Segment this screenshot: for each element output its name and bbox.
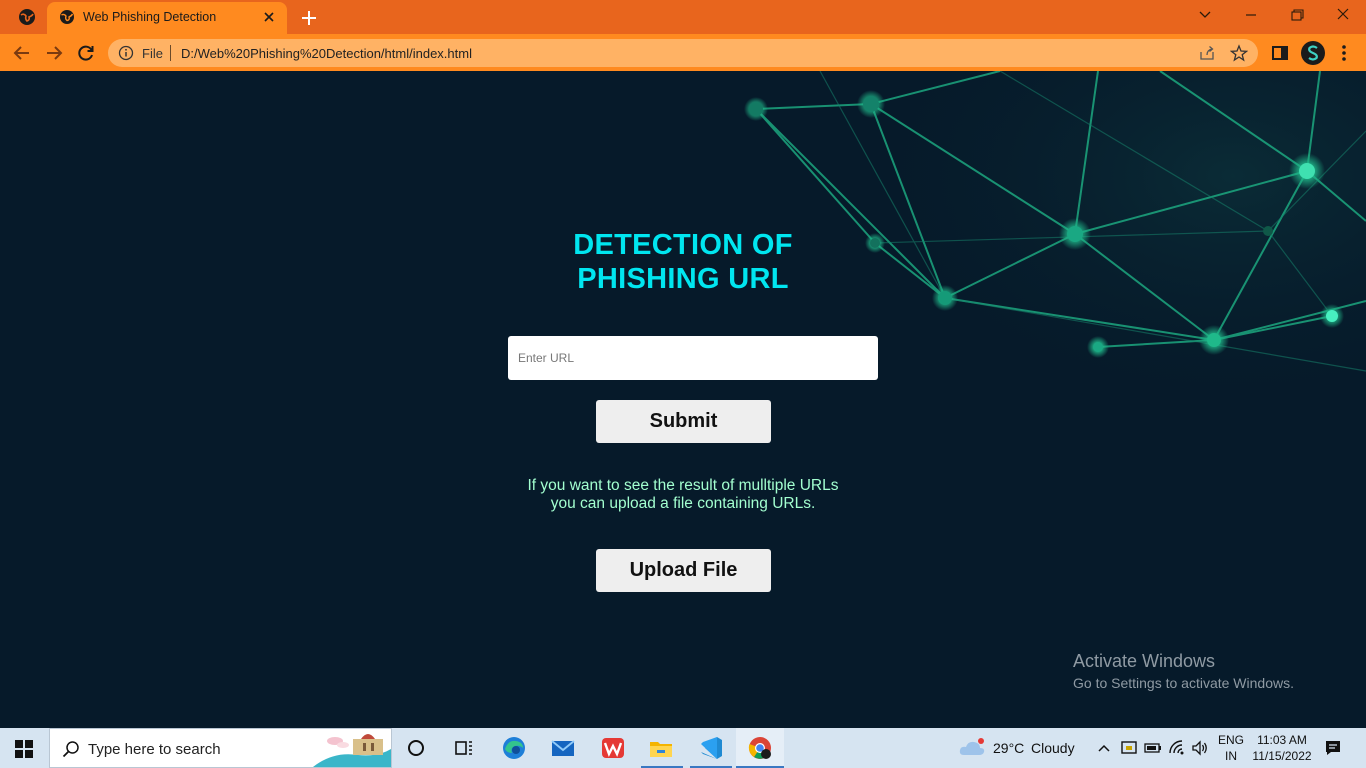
weather-temperature[interactable]: 29°C [993, 740, 1024, 756]
browser-tab-strip: Web Phishing Detection [0, 0, 1366, 34]
address-url[interactable]: D:/Web%20Phishing%20Detection/html/index… [181, 46, 472, 61]
weather-condition[interactable]: Cloudy [1031, 740, 1075, 756]
taskbar-search-box[interactable]: Type here to search [49, 728, 392, 768]
watermark-subtitle: Go to Settings to activate Windows. [1073, 675, 1294, 691]
address-separator [170, 45, 171, 61]
info-icon[interactable] [118, 45, 134, 61]
upload-instructions-line-1: If you want to see the result of mulltip… [527, 477, 839, 494]
star-icon[interactable] [1230, 44, 1248, 62]
globe-icon[interactable] [18, 8, 36, 26]
minimize-icon[interactable] [1238, 4, 1264, 26]
search-icon [62, 741, 79, 758]
forward-arrow-icon[interactable] [44, 43, 64, 63]
reload-icon[interactable] [76, 43, 96, 63]
back-arrow-icon[interactable] [12, 43, 32, 63]
system-clock[interactable]: 11:03 AM 11/15/2022 [1249, 732, 1315, 764]
device-status-icon[interactable] [1120, 739, 1138, 757]
input-language[interactable]: ENG IN [1216, 732, 1246, 764]
active-tab[interactable]: Web Phishing Detection [47, 2, 287, 34]
search-placeholder: Type here to search [88, 741, 221, 758]
vscode-icon[interactable] [697, 734, 725, 762]
upload-file-button[interactable]: Upload File [596, 549, 771, 592]
cloud-icon[interactable] [958, 737, 986, 759]
browser-toolbar: File D:/Web%20Phishing%20Detection/html/… [0, 34, 1366, 71]
url-input[interactable] [508, 336, 878, 380]
globe-icon [60, 10, 74, 24]
clock-date: 11/15/2022 [1252, 749, 1312, 763]
address-scheme: File [142, 46, 163, 61]
activate-windows-watermark: Activate Windows Go to Settings to activ… [1073, 651, 1294, 691]
page-content: DETECTION OF PHISHING URL Submit If you … [0, 71, 1366, 728]
share-icon[interactable] [1198, 44, 1216, 62]
tab-title: Web Phishing Detection [83, 10, 217, 24]
profile-avatar[interactable] [1301, 41, 1325, 65]
wifi-icon[interactable] [1168, 739, 1186, 757]
chevron-down-icon[interactable] [1192, 4, 1218, 26]
upload-instructions: If you want to see the result of mulltip… [483, 477, 883, 513]
restore-icon[interactable] [1284, 4, 1310, 26]
page-title-line-1: DETECTION OF [573, 229, 793, 261]
chevron-up-icon[interactable] [1096, 740, 1112, 756]
battery-icon[interactable] [1144, 740, 1162, 756]
chrome-icon[interactable] [746, 734, 774, 762]
sidebar-icon[interactable] [1270, 43, 1290, 63]
windows-start-icon[interactable] [15, 740, 33, 758]
notification-icon[interactable] [1324, 739, 1342, 757]
task-view-icon[interactable] [450, 734, 478, 762]
windows-taskbar: Type here to search 29°C Cloudy ENG IN 1… [0, 728, 1366, 768]
file-explorer-icon[interactable] [647, 734, 675, 762]
kebab-menu-icon[interactable] [1334, 43, 1354, 63]
upload-instructions-line-2: you can upload a file containing URLs. [550, 495, 816, 512]
edge-icon[interactable] [500, 734, 528, 762]
submit-button[interactable]: Submit [596, 400, 771, 443]
region-code: IN [1225, 749, 1237, 763]
close-icon[interactable] [261, 9, 277, 25]
page-title: DETECTION OF PHISHING URL [483, 228, 883, 296]
mail-icon[interactable] [549, 734, 577, 762]
search-highlight-illustration [313, 734, 391, 767]
language-code: ENG [1217, 733, 1244, 747]
close-icon[interactable] [1330, 4, 1356, 26]
plus-icon[interactable] [298, 7, 320, 29]
address-bar[interactable]: File D:/Web%20Phishing%20Detection/html/… [108, 39, 1258, 67]
cortana-icon[interactable] [402, 734, 430, 762]
speaker-icon[interactable] [1191, 739, 1209, 757]
clock-time: 11:03 AM [1257, 733, 1307, 747]
watermark-title: Activate Windows [1073, 651, 1216, 671]
wps-icon[interactable] [599, 734, 627, 762]
profile-s-icon [1308, 45, 1318, 61]
page-title-line-2: PHISHING URL [577, 263, 789, 295]
